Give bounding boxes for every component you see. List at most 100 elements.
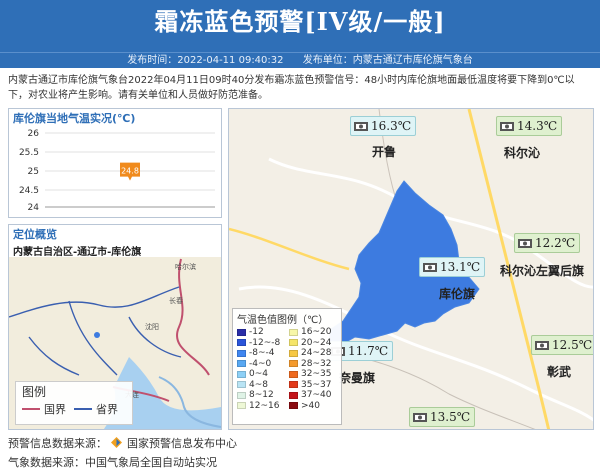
location-overview-panel: 定位概览 内蒙古自治区-通辽市-库伦旗 哈尔滨 长春 沈阳 大连 图例 国界 — [8, 224, 222, 430]
legend-swatch — [289, 339, 298, 347]
legend-swatch — [237, 360, 246, 368]
legend-label: -4~0 — [249, 358, 272, 369]
overview-legend: 图例 国界 省界 — [15, 381, 133, 425]
station-kulun[interactable]: 13.1℃ — [419, 257, 486, 277]
country-border-label: 国界 — [44, 403, 66, 416]
legend-swatch — [237, 381, 246, 389]
legend-swatch — [289, 328, 298, 336]
legend-swatch — [289, 370, 298, 378]
thermometer-icon — [413, 413, 427, 422]
place-kailu: 开鲁 — [372, 145, 397, 159]
location-path: 内蒙古自治区-通辽市-库伦旗 — [13, 247, 142, 258]
legend-item: 12~16 — [237, 401, 285, 412]
legend-label: -12 — [249, 327, 264, 338]
temperature-color-legend: 气温色值图例（℃） -12 16~20 -12~-8 20~24 -8~-4 24~28-… — [232, 308, 342, 425]
legend-item: 0~4 — [237, 369, 285, 380]
temperature-data-point: 24.8 — [120, 162, 140, 181]
y-tick-label: 24.5 — [19, 186, 39, 196]
legend-label: 4~8 — [249, 379, 268, 390]
warning-title: 霜冻蓝色预警[IV级/一般] — [154, 7, 446, 36]
station-kezuohou[interactable]: 12.2℃ — [514, 233, 581, 253]
city-label: 长春 — [169, 296, 183, 305]
legend-item: 24~28 — [289, 348, 337, 359]
location-panel-title: 定位概览 — [13, 228, 57, 241]
legend-label: -8~-4 — [249, 348, 275, 359]
legend-item: -12 — [237, 327, 285, 338]
legend-item: 8~12 — [237, 390, 285, 401]
station-keerqin[interactable]: 14.3℃ — [496, 116, 563, 136]
warning-header: 霜冻蓝色预警[IV级/一般] — [0, 0, 600, 52]
legend-swatch — [237, 328, 246, 336]
legend-item: -8~-4 — [237, 348, 285, 359]
y-tick-label: 25.5 — [19, 148, 39, 158]
main-map[interactable]: 16.3℃ 开鲁 14.3℃ 科尔沁 12.2℃ 科尔沁左翼后旗 13.1℃ 库… — [228, 108, 594, 430]
station-kailu[interactable]: 16.3℃ — [350, 116, 417, 136]
legend-item: 28~32 — [289, 359, 337, 370]
footer: 预警信息数据来源： 国家预警信息发布中心 气象数据来源：中国气象局全国自动站实况 — [8, 434, 237, 471]
legend-label: -12~-8 — [249, 337, 281, 348]
legend-swatch — [237, 370, 246, 378]
legend-item: 32~35 — [289, 369, 337, 380]
temperature-legend-title: 气温色值图例（℃） — [237, 315, 329, 326]
station-temp: 11.7℃ — [348, 344, 389, 358]
kulun-location-marker — [94, 332, 100, 338]
place-kezuohou: 科尔沁左翼后旗 — [500, 264, 585, 278]
legend-label: 24~28 — [301, 348, 332, 359]
legend-swatch — [237, 349, 246, 357]
legend-label: >40 — [301, 400, 320, 411]
temperature-legend-grid: -12 16~20 -12~-8 20~24 -8~-4 24~28 -4~0 28~32 0~… — [237, 327, 337, 411]
legend-item: -4~0 — [237, 359, 285, 370]
overview-map[interactable]: 哈尔滨 长春 沈阳 大连 图例 国界 省界 — [9, 257, 221, 429]
warning-source-link[interactable]: 国家预警信息发布中心 — [127, 437, 237, 450]
temperature-panel: 库伦旗当地气温实况(℃) 26 25.5 25 24.5 24 9时 24.8 — [8, 108, 222, 218]
city-label: 哈尔滨 — [175, 262, 196, 271]
weather-source-line: 气象数据来源：中国气象局全国自动站实况 — [8, 456, 217, 469]
temperature-panel-title: 库伦旗当地气温实况(℃) — [13, 112, 136, 125]
station-temp: 12.2℃ — [535, 236, 576, 250]
warning-source-label: 预警信息数据来源： — [8, 437, 107, 450]
legend-label: 8~12 — [249, 390, 274, 401]
legend-swatch — [289, 349, 298, 357]
place-naiman: 奈曼旗 — [339, 371, 376, 385]
thermometer-icon — [354, 122, 368, 131]
place-zhangwu: 彰武 — [547, 365, 572, 379]
thermometer-icon — [423, 263, 437, 272]
overview-legend-title: 图例 — [22, 385, 47, 399]
legend-label: 37~40 — [301, 390, 332, 401]
y-tick-label: 26 — [28, 129, 40, 139]
province-border-label: 省界 — [96, 403, 118, 416]
legend-swatch — [237, 339, 246, 347]
station-temp: 16.3℃ — [371, 119, 412, 133]
legend-item: 16~20 — [289, 327, 337, 338]
legend-swatch — [289, 402, 298, 410]
thermometer-icon — [518, 239, 532, 248]
publish-info-bar: 发布时间：2022-04-11 09:40:32 发布单位：内蒙古通辽市库伦旗气… — [0, 52, 600, 68]
station-temp: 12.5℃ — [552, 338, 593, 352]
publish-time: 发布时间：2022-04-11 09:40:32 — [127, 55, 284, 66]
legend-swatch — [289, 391, 298, 399]
legend-item: 20~24 — [289, 338, 337, 349]
legend-swatch — [289, 381, 298, 389]
station-temp: 13.1℃ — [440, 260, 481, 274]
legend-swatch — [237, 402, 246, 410]
station-zhangwu[interactable]: 12.5℃ — [531, 335, 593, 355]
legend-label: 16~20 — [301, 327, 332, 338]
publish-unit: 发布单位：内蒙古通辽市库伦旗气象台 — [302, 55, 473, 66]
legend-item: 37~40 — [289, 390, 337, 401]
legend-label: 32~35 — [301, 369, 332, 380]
temperature-chart: 26 25.5 25 24.5 24 9时 24.8 — [19, 129, 215, 213]
country-border-swatch — [22, 408, 40, 410]
legend-item: >40 — [289, 401, 337, 412]
warning-source-line: 预警信息数据来源： 国家预警信息发布中心 — [8, 434, 237, 453]
y-tick-label: 25 — [28, 167, 39, 177]
place-keerqin: 科尔沁 — [504, 146, 541, 160]
legend-item: 35~37 — [289, 380, 337, 391]
city-label: 沈阳 — [145, 322, 159, 331]
province-border-swatch — [74, 408, 92, 410]
legend-label: 0~4 — [249, 369, 268, 380]
legend-swatch — [289, 360, 298, 368]
y-tick-label: 24 — [28, 203, 40, 213]
temperature-value-label: 24.8 — [121, 167, 139, 176]
thermometer-icon — [500, 122, 514, 131]
station-south[interactable]: 13.5℃ — [409, 407, 476, 427]
